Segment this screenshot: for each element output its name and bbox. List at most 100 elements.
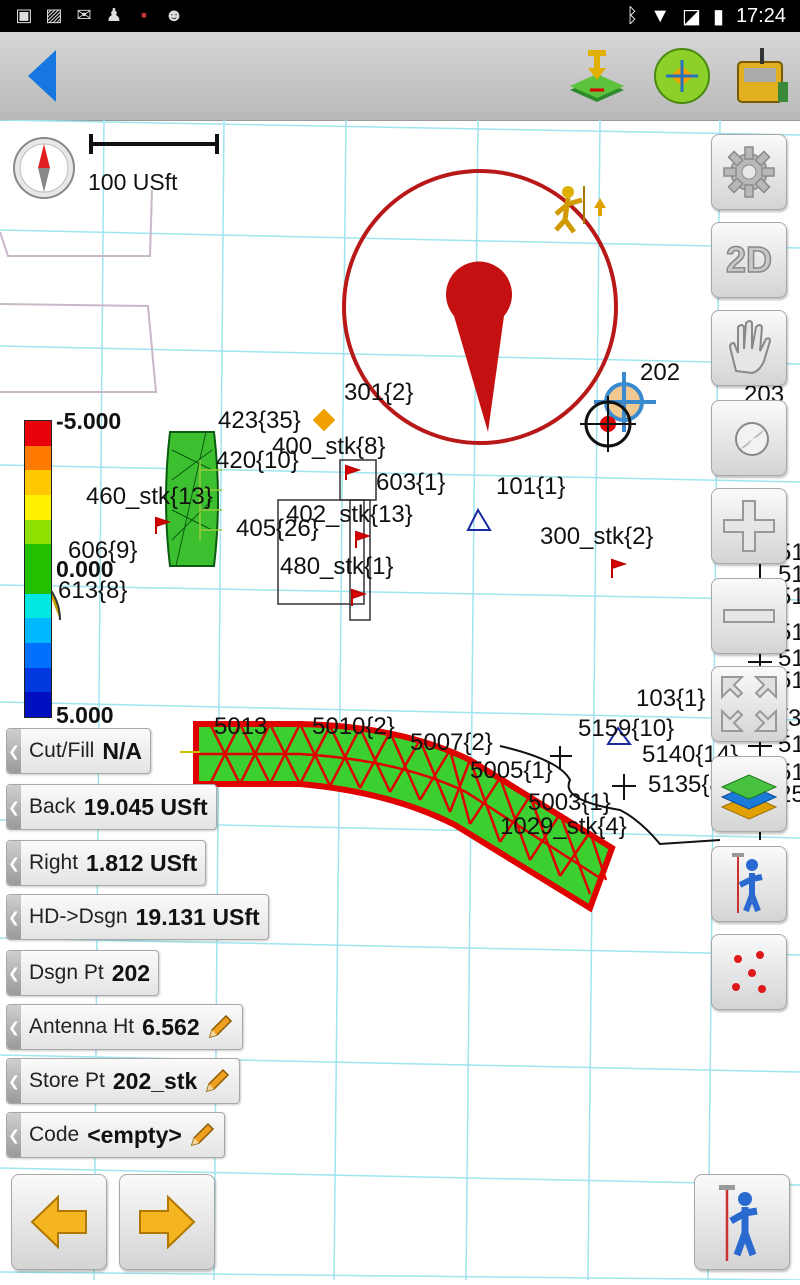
legend-bottom-value: 5.000 (56, 702, 114, 728)
back-button[interactable] (20, 46, 70, 106)
pan-button[interactable] (711, 310, 787, 386)
label-5159: 5159{10} (578, 715, 674, 742)
surveyor-button[interactable] (711, 846, 787, 922)
label-1029-stk: 1029_stk{4} (500, 813, 627, 840)
antenna-ht-label: Antenna Ht (29, 1015, 135, 1038)
pencil-icon[interactable] (203, 1067, 231, 1095)
zoom-out-button[interactable] (711, 578, 787, 654)
label-301: 301{2} (344, 379, 413, 406)
measure-surveyor-icon (719, 1185, 758, 1261)
building-outlines (0, 189, 158, 393)
bluetooth-icon: ᛒ (626, 5, 639, 27)
back-arrow-icon (28, 50, 56, 102)
back-readout[interactable]: ❮ Back 19.045 USft (6, 784, 217, 830)
receiver-status-button[interactable] (730, 42, 792, 108)
cut-fill-value: N/A (102, 737, 142, 764)
legend-mid-value: 0.000 (56, 556, 114, 582)
app-icon: ▪ (140, 5, 148, 25)
surveyor-icon (732, 853, 763, 913)
antenna-ht-value: 6.562 (142, 1013, 200, 1040)
battery-icon: ▮ (712, 6, 724, 28)
dsgn-pt-value: 202 (111, 959, 151, 986)
label-202: 202 (640, 359, 680, 386)
cut-fill-label: Cut/Fill (29, 739, 95, 762)
chevron-left-icon: ❮ (7, 1059, 21, 1103)
scale-bar-line (89, 134, 219, 154)
measure-button[interactable] (694, 1174, 790, 1270)
hd-dsgn-label: HD->Dsgn (29, 905, 128, 928)
chevron-left-icon: ❮ (7, 895, 21, 939)
clock: 17:24 (735, 5, 786, 27)
signal-icon: ◪ (682, 6, 701, 28)
pencil-icon[interactable] (188, 1121, 216, 1149)
compass-icon (13, 137, 75, 199)
notification-icons: ▣ ▨ ✉ ♟ ▪ ☻ (14, 5, 184, 25)
points-icon (732, 951, 766, 993)
label-603: 603{1} (376, 469, 445, 496)
gear-icon (723, 146, 775, 198)
top-toolbar (0, 32, 800, 121)
view-mode-label: 2D (725, 238, 773, 281)
status-bar: ▣ ▨ ✉ ♟ ▪ ☻ ᛒ ▼ ◪ ▮ 17:24 (0, 0, 800, 32)
legend-top-value: -5.000 (56, 408, 122, 434)
gps-status-button[interactable] (652, 46, 712, 106)
store-pt-value: 202_stk (112, 1067, 198, 1094)
android-icon: ☻ (164, 5, 184, 25)
settings-button[interactable] (711, 134, 787, 210)
scale-bar-label: 100 USft (88, 169, 178, 195)
layers-button[interactable] (711, 756, 787, 832)
right-value: 1.812 USft (86, 849, 198, 876)
points-button[interactable] (711, 934, 787, 1010)
label-5010: 5010{2} (312, 713, 395, 740)
code-value: <empty> (87, 1121, 182, 1148)
code-field[interactable]: ❮ Code <empty> (6, 1112, 225, 1158)
label-5013: 5013 (214, 713, 267, 740)
label-300-stk: 300_stk{2} (540, 523, 653, 550)
label-5007: 5007{2} (410, 729, 493, 756)
point-101-marker[interactable] (466, 507, 492, 531)
back-value: 19.045 USft (83, 793, 208, 820)
chevron-left-icon: ❮ (7, 785, 21, 829)
sd-card-icon: ▣ (15, 5, 33, 25)
minus-icon (723, 609, 775, 623)
next-point-button[interactable] (119, 1174, 215, 1270)
previous-point-button[interactable] (11, 1174, 107, 1270)
label-420: 420{10} (216, 447, 299, 474)
cut-fill-readout[interactable]: ❮ Cut/Fill N/A (6, 728, 151, 774)
layers-icon (720, 774, 778, 820)
pencil-icon[interactable] (206, 1013, 234, 1041)
map-canvas[interactable]: 202 203 301{2} 423{35} 400_stk{8} 420{10… (0, 119, 800, 1281)
view-mode-button[interactable]: 2D (711, 222, 787, 298)
label-5005: 5005{1} (470, 757, 553, 784)
zoom-extents-icon (721, 676, 777, 732)
code-label: Code (29, 1123, 80, 1146)
hd-dsgn-readout[interactable]: ❮ HD->Dsgn 19.131 USft (6, 894, 269, 940)
point-423-marker[interactable] (312, 408, 336, 432)
gps-status-icon (654, 48, 710, 104)
chevron-left-icon: ❮ (7, 1113, 21, 1157)
stakeout-surface-button[interactable] (566, 44, 628, 106)
compass-button[interactable] (12, 136, 76, 200)
store-pt-label: Store Pt (29, 1069, 105, 1092)
chevron-left-icon: ❮ (7, 1005, 21, 1049)
right-readout[interactable]: ❮ Right 1.812 USft (6, 840, 207, 886)
target-icon (735, 422, 769, 456)
map-drawing[interactable]: 202 203 301{2} 423{35} 400_stk{8} 420{10… (0, 119, 800, 1281)
dsgn-pt-label: Dsgn Pt (29, 961, 104, 984)
dsgn-pt-readout[interactable]: ❮ Dsgn Pt 202 (6, 950, 160, 996)
scale-bar: 100 USft (88, 132, 220, 196)
hd-dsgn-value: 19.131 USft (135, 903, 260, 930)
arrow-right-icon (139, 1194, 196, 1250)
zoom-extents-button[interactable] (711, 666, 787, 742)
target-button[interactable] (711, 400, 787, 476)
store-pt-field[interactable]: ❮ Store Pt 202_stk (6, 1058, 241, 1104)
antenna-ht-field[interactable]: ❮ Antenna Ht 6.562 (6, 1004, 243, 1050)
image-icon: ▨ (45, 5, 63, 25)
zoom-in-button[interactable] (711, 488, 787, 564)
cut-fill-legend (24, 420, 52, 718)
gmail-icon: ✉ (76, 5, 92, 25)
label-460-stk: 460_stk{13} (86, 483, 213, 510)
chess-pawn-icon: ♟ (105, 5, 123, 25)
label-405: 405{26} (236, 515, 319, 542)
arrow-left-icon (30, 1194, 87, 1250)
